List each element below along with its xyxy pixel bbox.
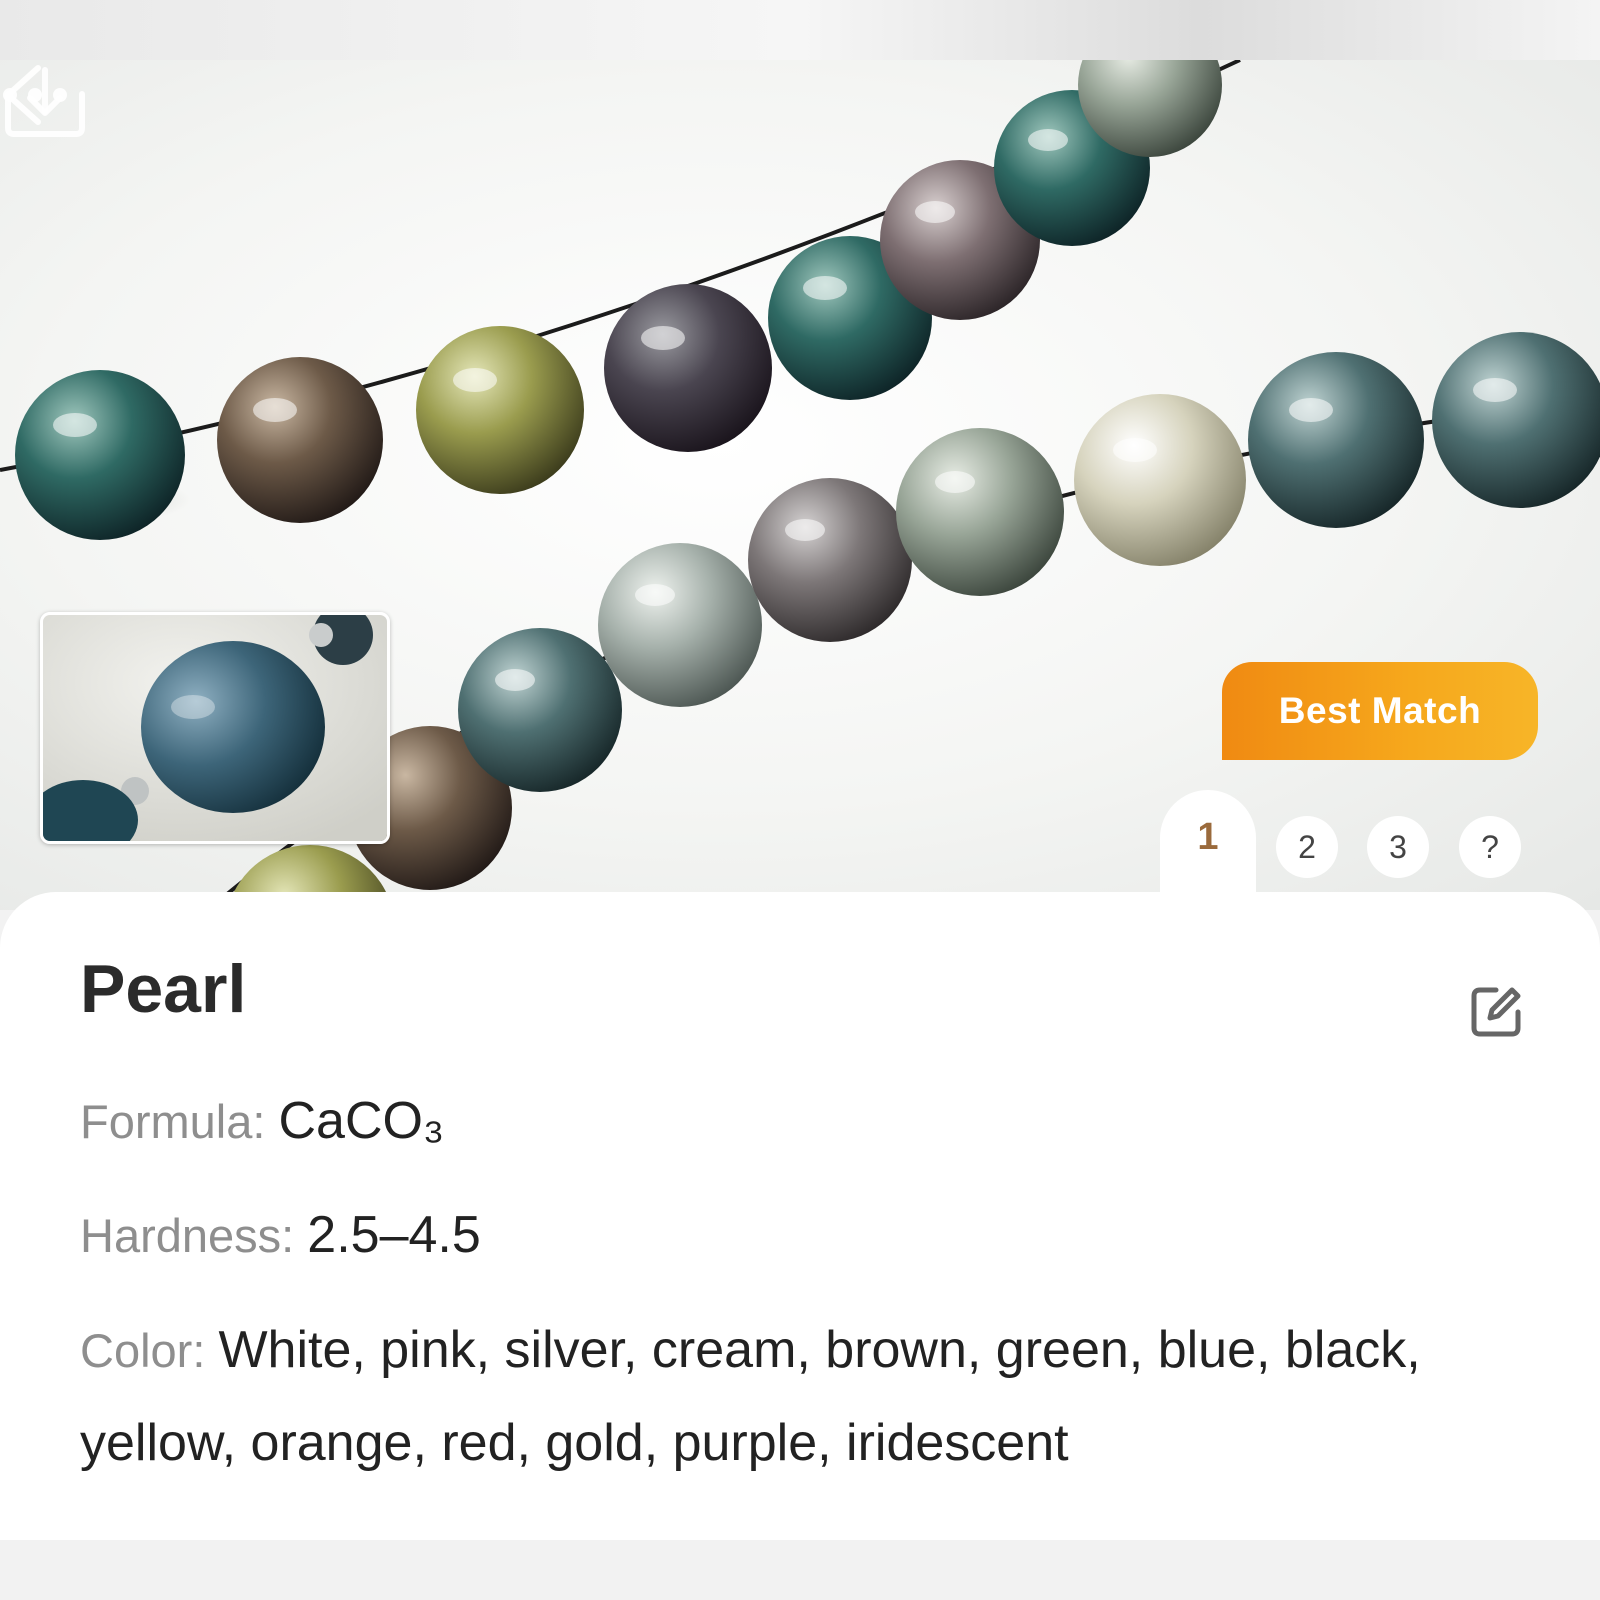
best-match-badge: Best Match <box>1222 662 1538 760</box>
tab-2[interactable]: 2 <box>1276 816 1338 878</box>
formula-label: Formula: <box>80 1095 279 1148</box>
user-photo-thumbnail[interactable] <box>40 612 390 844</box>
color-row: Color: White, pink, silver, cream, brown… <box>80 1304 1520 1489</box>
tab-3[interactable]: 3 <box>1367 816 1429 878</box>
tab-1[interactable]: 1 <box>1160 790 1256 920</box>
hardness-label: Hardness: <box>80 1209 308 1262</box>
user-photo-image <box>43 615 387 841</box>
hardness-row: Hardness: 2.5–4.5 <box>80 1190 1520 1281</box>
pearl <box>416 326 584 494</box>
formula-value: CaCO₃ <box>278 1092 445 1150</box>
edit-icon[interactable] <box>1468 984 1524 1040</box>
pearl <box>598 543 762 707</box>
more-dots-icon[interactable] <box>0 84 70 106</box>
page-title: Pearl <box>80 951 247 1027</box>
formula-row: Formula: CaCO₃ <box>80 1076 1520 1167</box>
pearl <box>748 478 912 642</box>
tab-unknown[interactable]: ? <box>1459 816 1521 878</box>
pearl <box>1432 332 1600 508</box>
pearl <box>896 428 1064 596</box>
pearl <box>1074 394 1246 566</box>
color-label: Color: <box>80 1324 219 1377</box>
pearl <box>217 357 383 523</box>
pearl <box>604 284 772 452</box>
pearl <box>458 628 622 792</box>
status-strip <box>0 0 1600 60</box>
hardness-value: 2.5–4.5 <box>307 1206 481 1264</box>
pearl <box>1248 352 1424 528</box>
bottom-strip <box>0 1540 1600 1600</box>
color-value: White, pink, silver, cream, brown, green… <box>80 1321 1421 1472</box>
pearl <box>15 370 185 540</box>
